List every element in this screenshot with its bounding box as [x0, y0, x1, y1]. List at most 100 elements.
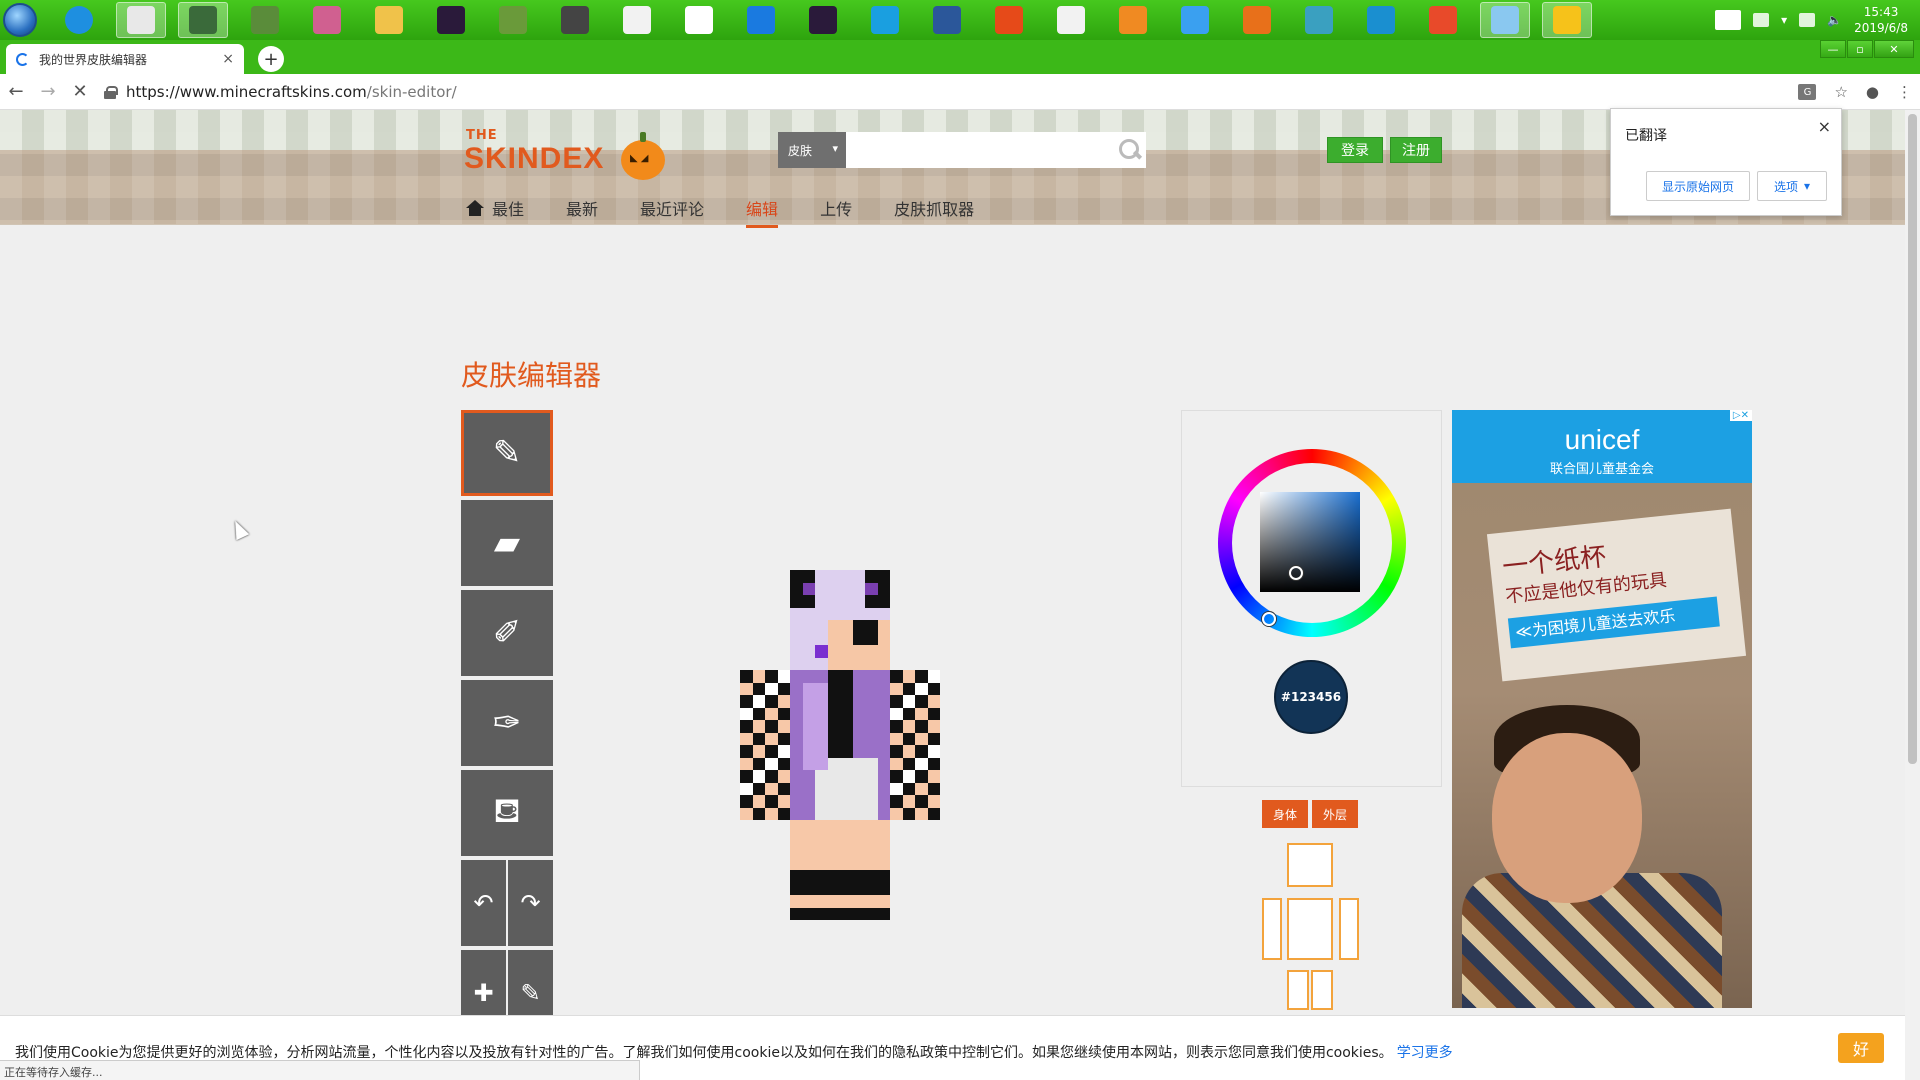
nav-best-label: 最佳 [492, 200, 525, 219]
nav-recent-comments[interactable]: 最近评论 [640, 194, 704, 222]
eyedropper-tool[interactable]: ✑ [461, 680, 553, 766]
app2-taskbar-button[interactable] [1418, 2, 1468, 38]
screen-taskbar-button[interactable] [1356, 2, 1406, 38]
volume-tray-icon[interactable]: 🔈 [1827, 13, 1842, 27]
slides-taskbar-button[interactable] [1046, 2, 1096, 38]
tab-close-icon[interactable]: × [222, 51, 234, 67]
maximize-button[interactable]: ▫ [1847, 40, 1873, 58]
monitor-taskbar-button[interactable] [1480, 2, 1530, 38]
chrome-taskbar-button[interactable] [116, 2, 166, 38]
layer-outer-button[interactable]: 外层 [1312, 800, 1358, 828]
address-bar[interactable]: https://www.minecraftskins.com/skin-edit… [104, 83, 457, 101]
puzzle-taskbar-button[interactable] [1294, 2, 1344, 38]
back-icon[interactable]: ← [0, 81, 32, 102]
skin-arm-left-pixel [927, 707, 940, 720]
scrollbar-thumb[interactable] [1908, 114, 1917, 764]
torso-part[interactable] [1287, 898, 1333, 960]
profile-icon[interactable]: ● [1866, 83, 1879, 101]
toolbar-right: G ☆ ● ⋮ [1798, 74, 1912, 110]
pen-tray-icon[interactable] [1715, 10, 1742, 30]
bucket-tool[interactable]: ⛾ [461, 770, 553, 856]
nav-edit[interactable]: 编辑 [746, 194, 779, 228]
bookmark-star-icon[interactable]: ☆ [1834, 83, 1847, 101]
nav-best[interactable]: 最佳 [466, 194, 524, 222]
cookie-learn-more-link[interactable]: 学习更多 [1397, 1045, 1453, 1061]
tray-expand-icon[interactable]: ▾ [1781, 13, 1787, 27]
keyboard-tray-icon[interactable] [1753, 13, 1770, 27]
network-tray-icon[interactable] [1799, 13, 1816, 27]
ie-taskbar-button[interactable] [54, 2, 104, 38]
skin-arm-right-pixel [740, 720, 753, 733]
right-leg-part[interactable] [1287, 970, 1309, 1010]
window-controls: — ▫ ✕ [1820, 40, 1914, 58]
app-taskbar-button[interactable] [178, 2, 228, 38]
notepad-taskbar-button[interactable] [612, 2, 662, 38]
left-arm-part[interactable] [1339, 898, 1359, 960]
left-leg-part[interactable] [1311, 970, 1333, 1010]
start-button[interactable] [0, 0, 40, 40]
nav-skin-stealer[interactable]: 皮肤抓取器 [894, 194, 974, 222]
close-window-button[interactable]: ✕ [1874, 40, 1914, 58]
calendar-taskbar-button[interactable] [1232, 2, 1282, 38]
itunes-taskbar-button[interactable] [674, 2, 724, 38]
skin-arm-right-pixel [777, 807, 790, 820]
sv-handle[interactable] [1289, 566, 1303, 580]
folder-taskbar-button[interactable] [364, 2, 414, 38]
layer-body-button[interactable]: 身体 [1262, 800, 1308, 828]
show-original-button[interactable]: 显示原始网页 [1646, 171, 1750, 201]
search-category-select[interactable]: 皮肤 [778, 132, 846, 168]
skin-preview-canvas[interactable] [740, 570, 1000, 1000]
baidu-taskbar-button[interactable] [1170, 2, 1220, 38]
undo-button[interactable]: ↶ [461, 860, 506, 946]
register-button[interactable]: 注册 [1390, 137, 1442, 163]
color-picker: #123456 [1181, 410, 1442, 787]
clock[interactable]: 15:43 2019/6/8 [1854, 4, 1908, 36]
qq-taskbar-button[interactable] [860, 2, 910, 38]
ad-close-icon[interactable]: ▷✕ [1729, 410, 1752, 421]
stop-loading-icon[interactable]: ✕ [64, 81, 96, 102]
translate-close-icon[interactable]: × [1818, 117, 1831, 136]
new-tab-button[interactable]: + [258, 46, 284, 72]
skin-arm-right-pixel [752, 807, 765, 820]
skin-arm-left-pixel [890, 782, 903, 795]
page-scrollbar[interactable] [1905, 110, 1920, 1080]
brush-tool[interactable]: ✐ [461, 590, 553, 676]
saturation-value-square[interactable] [1260, 492, 1360, 592]
anime-taskbar-button[interactable] [302, 2, 352, 38]
nav-upload[interactable]: 上传 [820, 194, 852, 222]
unicef-advertisement[interactable]: unicef 联合国儿童基金会 ▷✕ 一个纸杯 不应是他仅有的玩具 ≪为困境儿童… [1452, 410, 1752, 1008]
enderman2-taskbar-button[interactable] [798, 2, 848, 38]
cookie-accept-button[interactable]: 好 [1838, 1033, 1884, 1063]
head-part[interactable] [1287, 843, 1333, 887]
translate-icon[interactable]: G [1798, 84, 1817, 100]
redo-button[interactable]: ↷ [508, 860, 553, 946]
search-input[interactable] [846, 132, 1146, 168]
k-taskbar-button[interactable] [736, 2, 786, 38]
menu-kebab-icon[interactable]: ⋮ [1897, 83, 1912, 101]
word-taskbar-button[interactable] [922, 2, 972, 38]
skindex-logo[interactable]: THE SKINDEX [464, 128, 674, 180]
wps-taskbar-button[interactable] [984, 2, 1034, 38]
skin-arm-right-pixel [740, 670, 753, 683]
app-icon [189, 6, 217, 34]
eraser-tool[interactable]: ▰ [461, 500, 553, 586]
mouse-cursor [228, 517, 250, 541]
grass-block-taskbar-button[interactable] [488, 2, 538, 38]
current-color-swatch[interactable]: #123456 [1274, 660, 1348, 734]
right-arm-part[interactable] [1262, 898, 1282, 960]
yellow-app-taskbar-button[interactable] [1542, 2, 1592, 38]
search-icon[interactable] [1116, 137, 1142, 163]
forward-icon[interactable]: → [32, 81, 64, 102]
nav-latest[interactable]: 最新 [566, 194, 598, 222]
url-path: /skin-editor/ [366, 82, 457, 101]
minimize-button[interactable]: — [1820, 40, 1846, 58]
enderman-taskbar-button[interactable] [426, 2, 476, 38]
pencil-tool[interactable]: ✎ [461, 410, 553, 496]
browser-tab[interactable]: 我的世界皮肤编辑器 × [6, 44, 244, 74]
translate-options-button[interactable]: 选项 ▾ [1757, 171, 1827, 201]
login-button[interactable]: 登录 [1327, 137, 1383, 163]
video-taskbar-button[interactable] [1108, 2, 1158, 38]
hue-handle[interactable] [1262, 612, 1276, 626]
sword-taskbar-button[interactable] [550, 2, 600, 38]
tree-taskbar-button[interactable] [240, 2, 290, 38]
